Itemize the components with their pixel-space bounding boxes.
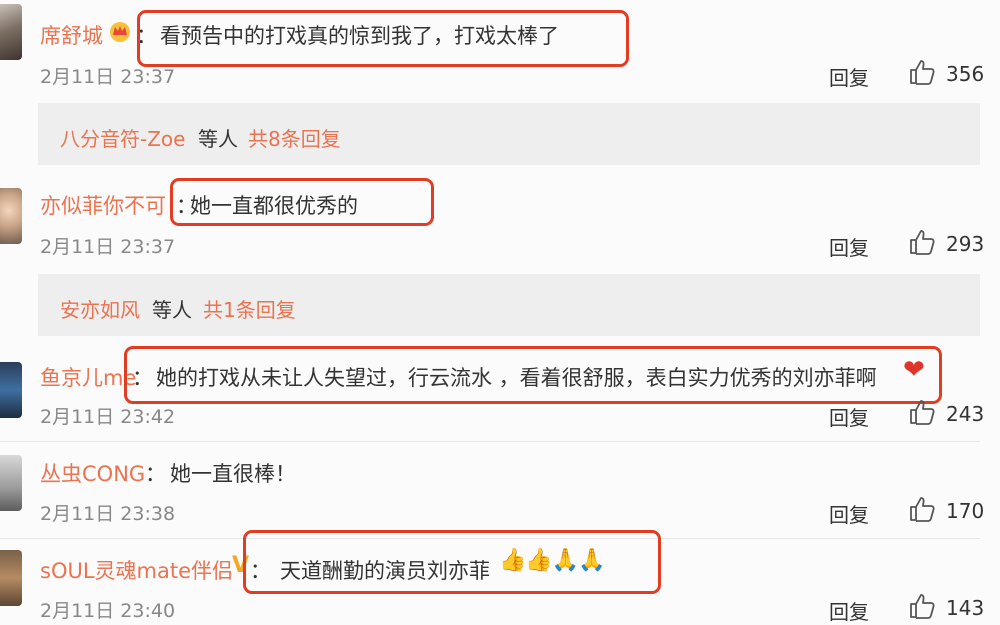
avatar[interactable]: [0, 455, 22, 511]
reply-etc: 等人: [198, 127, 238, 151]
comment-username[interactable]: 鱼京儿me: [40, 362, 136, 392]
reply-username[interactable]: 安亦如风: [60, 294, 140, 323]
divider: [0, 441, 980, 442]
comment-username[interactable]: 席舒城: [40, 20, 103, 50]
avatar[interactable]: [0, 362, 22, 418]
highlight-box: [243, 530, 661, 594]
comment-username[interactable]: 亦似菲你不可: [40, 190, 166, 220]
highlight-box: [137, 10, 629, 67]
reply-button[interactable]: 回复: [829, 402, 869, 431]
reply-button[interactable]: 回复: [829, 232, 869, 261]
avatar[interactable]: [0, 188, 22, 244]
comment-time: 2月11日 23:42: [40, 406, 176, 428]
reply-count-link[interactable]: 共8条回复: [248, 123, 341, 152]
like-count: 170: [946, 499, 985, 523]
comment-text: 她一直很棒！: [170, 462, 296, 486]
comment-username[interactable]: sOUL灵魂mate伴侣: [40, 555, 233, 585]
comment-colon: ：: [145, 462, 166, 486]
like-count: 243: [946, 402, 985, 426]
crown-icon: [110, 22, 130, 42]
comment-time: 2月11日 23:40: [40, 600, 176, 622]
thumbs-up-icon[interactable]: [908, 592, 938, 620]
comment-time: 2月11日 23:38: [40, 503, 176, 525]
thumbs-up-icon[interactable]: [908, 58, 938, 86]
thumbs-up-icon[interactable]: [908, 398, 938, 426]
reply-etc: 等人: [152, 298, 192, 322]
reply-button[interactable]: 回复: [829, 596, 869, 625]
reply-count-link[interactable]: 共1条回复: [203, 294, 296, 323]
avatar[interactable]: [0, 4, 22, 60]
avatar[interactable]: [0, 550, 22, 606]
reply-button[interactable]: 回复: [829, 62, 869, 91]
highlight-box: [170, 178, 434, 226]
comment-time: 2月11日 23:37: [40, 66, 176, 88]
comment-username[interactable]: 丛虫CONG: [40, 458, 145, 488]
reply-username[interactable]: 八分音符-Zoe: [60, 123, 185, 152]
thumbs-up-icon[interactable]: [908, 495, 938, 523]
like-count: 143: [946, 596, 985, 620]
thumbs-up-icon[interactable]: [908, 228, 938, 256]
reply-button[interactable]: 回复: [829, 499, 869, 528]
highlight-box: [124, 346, 942, 404]
like-count: 356: [946, 62, 985, 86]
like-count: 293: [946, 232, 985, 256]
comment-time: 2月11日 23:37: [40, 236, 176, 258]
